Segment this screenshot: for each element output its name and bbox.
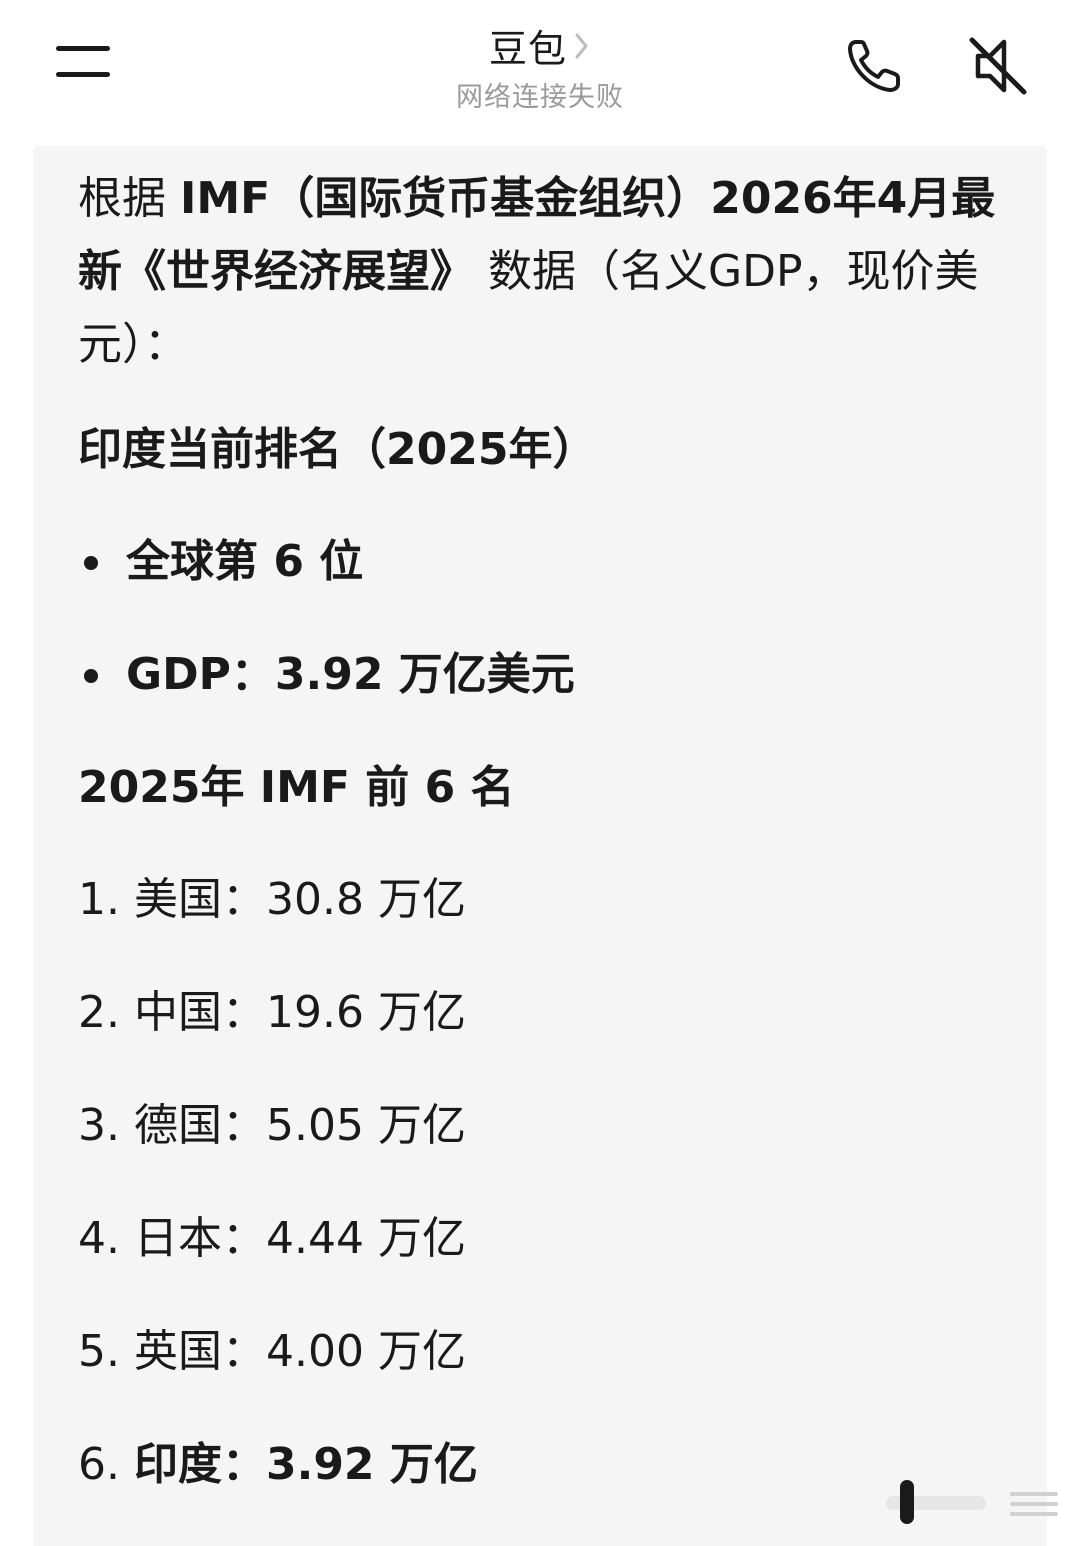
rank-country: 日本： <box>133 1213 266 1264</box>
list-item: 全球第 6 位 <box>78 525 1008 598</box>
phone-icon[interactable] <box>842 34 906 98</box>
menu-line-bottom <box>56 72 110 77</box>
ranking-item-us: 1. 美国：30.8 万亿 <box>78 863 1008 936</box>
connection-status: 网络连接失败 <box>456 82 624 113</box>
menu-line-top <box>56 46 110 51</box>
intro-prefix: 根据 <box>78 173 180 224</box>
ranking-item-china: 2. 中国：19.6 万亿 <box>78 976 1008 1049</box>
list-item: GDP：3.92 万亿美元 <box>78 638 1008 711</box>
rank-value: 4.00 万亿 <box>265 1326 466 1377</box>
rank-value: 5.05 万亿 <box>265 1100 466 1151</box>
top-bar: 豆包 网络连接失败 <box>0 0 1080 140</box>
rank-number: 1. <box>78 874 120 925</box>
ranking-item-india: 6. 印度：3.92 万亿 <box>78 1428 1008 1501</box>
ranking-item-uk: 5. 英国：4.00 万亿 <box>78 1315 1008 1388</box>
rank-country: 印度： <box>133 1439 266 1490</box>
response-content: 根据 IMF（国际货币基金组织）2026年4月最新《世界经济展望》 数据（名义G… <box>78 162 1008 1541</box>
india-rank-heading: 印度当前排名（2025年） <box>78 424 597 475</box>
rank-number: 6. <box>78 1439 120 1490</box>
rank-number: 4. <box>78 1213 120 1264</box>
rank-country: 中国： <box>133 987 266 1038</box>
ranking-item-japan: 4. 日本：4.44 万亿 <box>78 1202 1008 1275</box>
rank-number: 2. <box>78 987 120 1038</box>
intro-paragraph: 根据 IMF（国际货币基金组织）2026年4月最新《世界经济展望》 数据（名义G… <box>78 162 1008 381</box>
rank-number: 5. <box>78 1326 120 1377</box>
rank-value: 19.6 万亿 <box>265 987 466 1038</box>
rank-value: 3.92 万亿 <box>265 1439 478 1490</box>
app-title: 豆包 <box>488 27 567 71</box>
chevron-right-icon <box>575 33 588 58</box>
title-area: 豆包 网络连接失败 <box>340 18 740 114</box>
top-six-heading: 2025年 IMF 前 6 名 <box>78 762 515 813</box>
rank-value: 4.44 万亿 <box>265 1213 466 1264</box>
rank-country: 英国： <box>133 1326 266 1377</box>
rank-value: 30.8 万亿 <box>265 874 466 925</box>
title-button[interactable]: 豆包 <box>489 18 591 73</box>
rank-country: 美国： <box>133 874 266 925</box>
menu-icon[interactable] <box>52 40 114 84</box>
ranking-item-germany: 3. 德国：5.05 万亿 <box>78 1089 1008 1162</box>
scroll-indicator-icon[interactable] <box>886 1474 1062 1530</box>
speaker-muted-icon[interactable] <box>964 32 1032 100</box>
rank-country: 德国： <box>133 1100 266 1151</box>
rank-number: 3. <box>78 1100 120 1151</box>
